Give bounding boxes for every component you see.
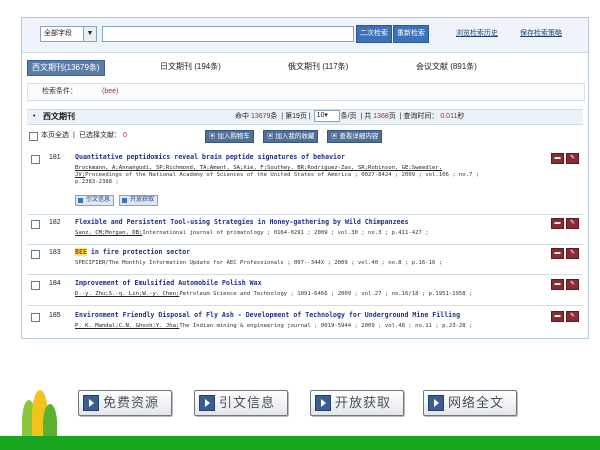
total-pages: 1368 — [373, 113, 389, 120]
tab-western-journals[interactable]: 西文期刊(13679条) — [27, 60, 105, 76]
record-pages: p.2383-2388 ; — [75, 179, 119, 185]
favorite-icon[interactable]: ✎ — [566, 218, 579, 229]
free-resources-button[interactable]: 免费资源 — [78, 390, 172, 416]
list-item: 181 Quantitative peptidomics reveal brai… — [27, 153, 583, 213]
record-checkbox[interactable] — [31, 250, 40, 259]
record-source: SPECIFIER/The Monthly Information Update… — [75, 260, 443, 266]
record-actions: ▬ ✎ — [549, 153, 579, 171]
add-to-cart-button[interactable]: ▣ 加入购物车 — [205, 130, 254, 143]
tab-russian-journals[interactable]: 俄文期刊 (117条) — [288, 60, 348, 74]
add-to-favorites-button[interactable]: ▣ 加入我的收藏 — [263, 130, 319, 143]
condition-value: (bee) — [102, 88, 119, 95]
tab-japanese-journals[interactable]: 日文期刊 (194条) — [160, 60, 221, 74]
favorite-icon[interactable]: ✎ — [566, 279, 579, 290]
record-actions: ▬ ✎ — [549, 218, 579, 236]
results-toolbar: 本页全选 | 已选择文献： 0 ▣ 加入购物车 ▣ 加入我的收藏 ▣ 查看详细内… — [27, 129, 583, 143]
record-source: JV;Proceedings of the National Academy o… — [75, 172, 480, 178]
condition-label: 检索条件： — [42, 88, 77, 95]
selected-count: 0 — [123, 132, 127, 139]
chevron-down-icon: ▼ — [83, 27, 96, 41]
record-checkbox[interactable] — [31, 313, 40, 322]
play-icon — [199, 395, 215, 411]
history-link[interactable]: 浏览检索历史 — [456, 28, 498, 38]
record-title[interactable]: BEE in fire protection sector — [75, 248, 190, 256]
view-details-button[interactable]: ▣ 查看详细内容 — [327, 130, 383, 143]
cart-icon[interactable]: ▬ — [551, 248, 564, 259]
legend-area: 免费资源 引文信息 开放获取 网络全文 — [0, 338, 600, 450]
field-select-value: 全部字段 — [44, 30, 72, 37]
list-item: 185 Environment Friendly Disposal of Fly… — [27, 311, 583, 335]
web-fulltext-button[interactable]: 网络全文 — [423, 390, 517, 416]
record-authors: Brockmann, A;Annangudi, SP;Richmond, TA;… — [75, 165, 443, 171]
record-title[interactable]: Flexible and Persistent Tool-using Strat… — [75, 218, 408, 226]
favorite-icon[interactable]: ✎ — [566, 153, 579, 164]
new-search-button[interactable]: 重新检索 — [393, 25, 429, 43]
cart-icon[interactable]: ▬ — [551, 153, 564, 164]
play-icon — [428, 395, 444, 411]
search-input[interactable] — [102, 26, 354, 42]
record-checkbox[interactable] — [31, 281, 40, 290]
record-title[interactable]: Environment Friendly Disposal of Fly Ash… — [75, 311, 460, 319]
record-checkbox[interactable] — [31, 155, 40, 164]
bullet-icon: • — [33, 113, 36, 120]
record-number: 181 — [49, 154, 61, 161]
search-condition: 检索条件： (bee) — [27, 83, 585, 101]
section-title: 西文期刊 — [43, 112, 75, 121]
list-item: 184 Improvement of Emulsified Automobile… — [27, 279, 583, 303]
cart-icon[interactable]: ▬ — [551, 279, 564, 290]
favorite-icon[interactable]: ✎ — [566, 248, 579, 259]
record-source: P. K. Mandal;C.N. Ghosh;Y. Jha;The India… — [75, 323, 473, 329]
record-source: D.-y. Zhu;S.-q. Lin;W.-y. Chen;Petroleum… — [75, 291, 473, 297]
select-all-checkbox[interactable] — [29, 132, 38, 141]
cart-icon[interactable]: ▬ — [551, 311, 564, 322]
search-results-screenshot: 全部字段 ▼ 二次检索 重新检索 浏览检索历史 保存检索策略 西文期刊(1367… — [21, 17, 589, 339]
select-all-label: 本页全选 — [41, 132, 69, 139]
play-icon — [315, 395, 331, 411]
record-number: 184 — [49, 280, 61, 287]
citation-info-button[interactable]: 引文信息 — [194, 390, 288, 416]
record-source: Sanz, CM;Morgan, DB;International journa… — [75, 230, 429, 236]
record-checkbox[interactable] — [31, 220, 40, 229]
record-title[interactable]: Quantitative peptidomics reveal brain pe… — [75, 153, 345, 161]
save-strategy-link[interactable]: 保存检索策略 — [520, 28, 562, 38]
search-bar: 全部字段 ▼ 二次检索 重新检索 浏览检索历史 保存检索策略 — [22, 18, 588, 53]
hit-count: 13679 — [250, 113, 271, 120]
page-indicator: 第19页 — [285, 113, 307, 120]
page-size-select[interactable]: 10▾ — [313, 110, 340, 123]
record-actions: ▬ ✎ — [549, 248, 579, 266]
play-icon — [83, 395, 99, 411]
cite-info-button[interactable]: 引文信息 — [75, 195, 115, 206]
field-select[interactable]: 全部字段 ▼ — [40, 26, 97, 42]
record-number: 182 — [49, 219, 61, 226]
selected-label: 已选择文献： — [79, 132, 121, 139]
query-time: 0.011 — [440, 113, 458, 120]
keyword-highlight: BEE — [75, 248, 87, 256]
cart-icon[interactable]: ▬ — [551, 218, 564, 229]
list-item: 183 BEE in fire protection sector SPECIF… — [27, 248, 583, 272]
tab-conference-papers[interactable]: 会议文献 (891条) — [416, 60, 477, 74]
favorite-icon[interactable]: ✎ — [566, 311, 579, 322]
secondary-search-button[interactable]: 二次检索 — [356, 25, 392, 43]
record-number: 183 — [49, 249, 61, 256]
open-access-button[interactable]: 开放获取 — [119, 195, 159, 206]
list-item: 182 Flexible and Persistent Tool-using S… — [27, 218, 583, 242]
results-meta: 命中 13679条 | 第19页 | 10▾ 条/页 | 共 1368页 | 查询… — [235, 110, 464, 124]
record-actions: ▬ ✎ — [549, 311, 579, 329]
record-title[interactable]: Improvement of Emulsified Automobile Pol… — [75, 279, 262, 287]
result-tabs: 西文期刊(13679条) 日文期刊 (194条) 俄文期刊 (117条) 会议文… — [22, 60, 588, 76]
grass-strip — [0, 436, 600, 450]
results-header: • 西文期刊 命中 13679条 | 第19页 | 10▾ 条/页 | 共 136… — [27, 109, 583, 125]
record-number: 185 — [49, 312, 61, 319]
open-access-big-button[interactable]: 开放获取 — [310, 390, 404, 416]
record-actions: ▬ ✎ — [549, 279, 579, 297]
